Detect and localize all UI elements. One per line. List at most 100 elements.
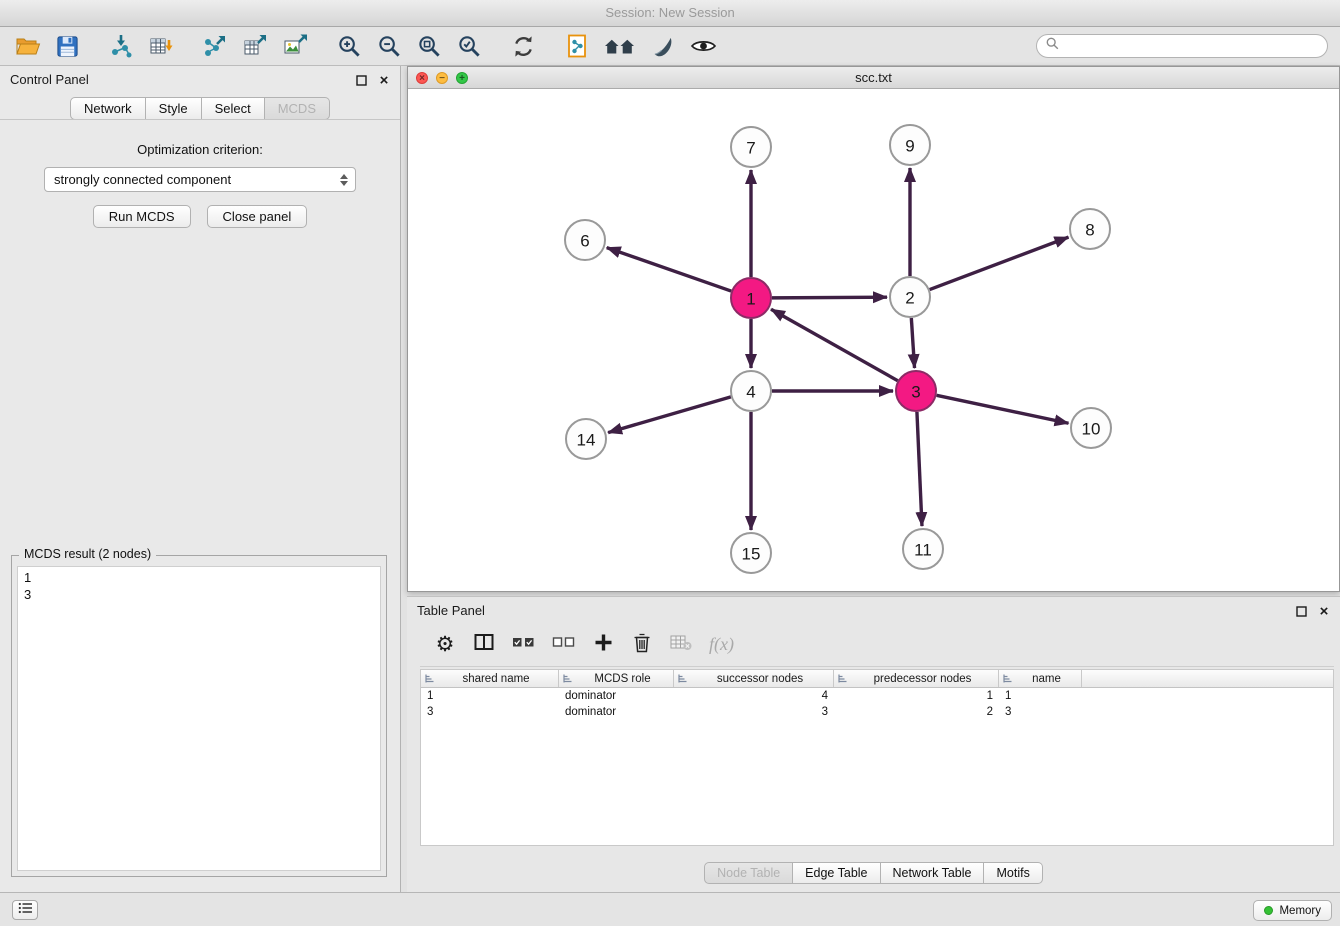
window-zoom-button[interactable]: + [456,72,468,84]
node-label-15: 15 [742,545,761,564]
tab-motifs[interactable]: Motifs [984,862,1042,884]
tab-mcds[interactable]: MCDS [265,97,330,120]
open-file-button[interactable] [12,31,42,61]
node-label-1: 1 [746,290,755,309]
memory-status-icon [1264,906,1273,915]
export-image-button[interactable] [280,31,310,61]
column-header-predecessor-nodes[interactable]: predecessor nodes [834,670,999,687]
table-panel-header: Table Panel × [407,597,1340,625]
title-bar: Session: New Session [0,0,1340,27]
criterion-dropdown[interactable]: strongly connected component [44,167,356,192]
memory-button[interactable]: Memory [1253,900,1332,921]
close-table-panel-icon[interactable]: × [1318,605,1330,617]
select-all-button[interactable] [512,632,535,658]
save-session-button[interactable] [52,31,82,61]
export-table-button[interactable] [240,31,270,61]
table-panel-title: Table Panel [417,603,485,618]
table-cell: dominator [559,690,674,702]
main-toolbar [0,27,1340,66]
eye-icon [690,35,717,57]
column-header-label: predecessor nodes [850,673,995,685]
delete-table-icon [670,634,692,656]
edge-2-3[interactable] [911,318,914,368]
network-graph: 7968124314101511 [408,89,1339,592]
column-header-label: MCDS role [575,673,670,685]
control-panel: Control Panel × NetworkStyleSelectMCDS O… [0,66,401,892]
column-header-mcds-role[interactable]: MCDS role [559,670,674,687]
add-column-button[interactable] [592,632,614,658]
edge-3-1[interactable] [771,309,898,380]
window-minimize-button[interactable]: − [436,72,448,84]
table-settings-button[interactable]: ⚙ [434,632,456,658]
mcds-result-box: MCDS result (2 nodes) 13 [11,555,387,877]
column-header-label: name [1015,673,1078,685]
column-header-shared-name[interactable]: shared name [421,670,559,687]
network-window: × − + scc.txt 7968124314101511 [407,66,1340,592]
function-builder-button: f(x) [709,632,734,658]
float-panel-icon[interactable] [355,74,367,86]
float-table-panel-icon[interactable] [1295,605,1307,617]
tab-network[interactable]: Network [70,97,146,120]
table-cell: 2 [834,706,999,718]
workspace: Control Panel × NetworkStyleSelectMCDS O… [0,66,1340,892]
tab-node-table[interactable]: Node Table [704,862,793,884]
edge-4-14[interactable] [608,397,731,433]
edge-1-2[interactable] [772,297,887,298]
search-icon [1046,37,1059,55]
deselect-all-icon [552,635,575,654]
column-header-name[interactable]: name [999,670,1082,687]
table-row[interactable]: 3dominator323 [421,704,1333,720]
style-button[interactable] [648,31,678,61]
tab-network-table[interactable]: Network Table [881,862,985,884]
close-panel-button[interactable]: Close panel [207,205,308,228]
table-cell: 3 [999,706,1082,718]
fx-label: f(x) [709,634,734,655]
control-panel-tabs: NetworkStyleSelectMCDS [0,97,400,120]
optimization-criterion-label: Optimization criterion: [0,142,400,157]
tab-style[interactable]: Style [146,97,202,120]
table-cell: 1 [421,690,559,702]
table-cell: 3 [421,706,559,718]
task-history-button[interactable] [12,900,38,920]
zoom-in-button[interactable] [334,31,364,61]
zoom-fit-button[interactable] [414,31,444,61]
search-input[interactable] [1065,39,1318,54]
deselect-all-button[interactable] [552,632,575,658]
neighbors-button[interactable] [602,31,638,61]
tab-edge-table[interactable]: Edge Table [793,862,880,884]
plus-icon [594,633,613,657]
table-cell: 3 [674,706,834,718]
result-line: 1 [24,569,374,586]
show-hide-button[interactable] [688,31,718,61]
export-network-button[interactable] [200,31,230,61]
node-label-8: 8 [1085,221,1094,240]
delete-column-button[interactable] [631,632,653,658]
show-columns-button[interactable] [473,632,495,658]
zoom-out-button[interactable] [374,31,404,61]
zoom-selected-button[interactable] [454,31,484,61]
edge-1-6[interactable] [607,248,731,291]
clone-network-button[interactable] [562,31,592,61]
column-header-successor-nodes[interactable]: successor nodes [674,670,834,687]
application-window: Session: New Session [0,0,1340,926]
window-close-button[interactable]: × [416,72,428,84]
open-folder-icon [14,33,41,59]
edge-2-8[interactable] [930,237,1069,289]
table-row[interactable]: 1dominator411 [421,688,1333,704]
edge-3-11[interactable] [917,412,922,526]
import-table-button[interactable] [146,31,176,61]
search-box[interactable] [1036,34,1328,58]
control-panel-title: Control Panel [10,72,89,87]
export-image-icon [282,33,308,59]
run-mcds-button[interactable]: Run MCDS [93,205,191,228]
node-label-14: 14 [577,431,596,450]
apply-layout-button[interactable] [508,31,538,61]
edge-3-10[interactable] [937,395,1069,423]
tab-select[interactable]: Select [202,97,265,120]
network-canvas[interactable]: 7968124314101511 [408,89,1339,591]
select-all-icon [512,635,535,654]
node-label-3: 3 [911,383,920,402]
close-panel-icon[interactable]: × [378,74,390,86]
mcds-result-list[interactable]: 13 [17,566,381,871]
import-network-button[interactable] [106,31,136,61]
